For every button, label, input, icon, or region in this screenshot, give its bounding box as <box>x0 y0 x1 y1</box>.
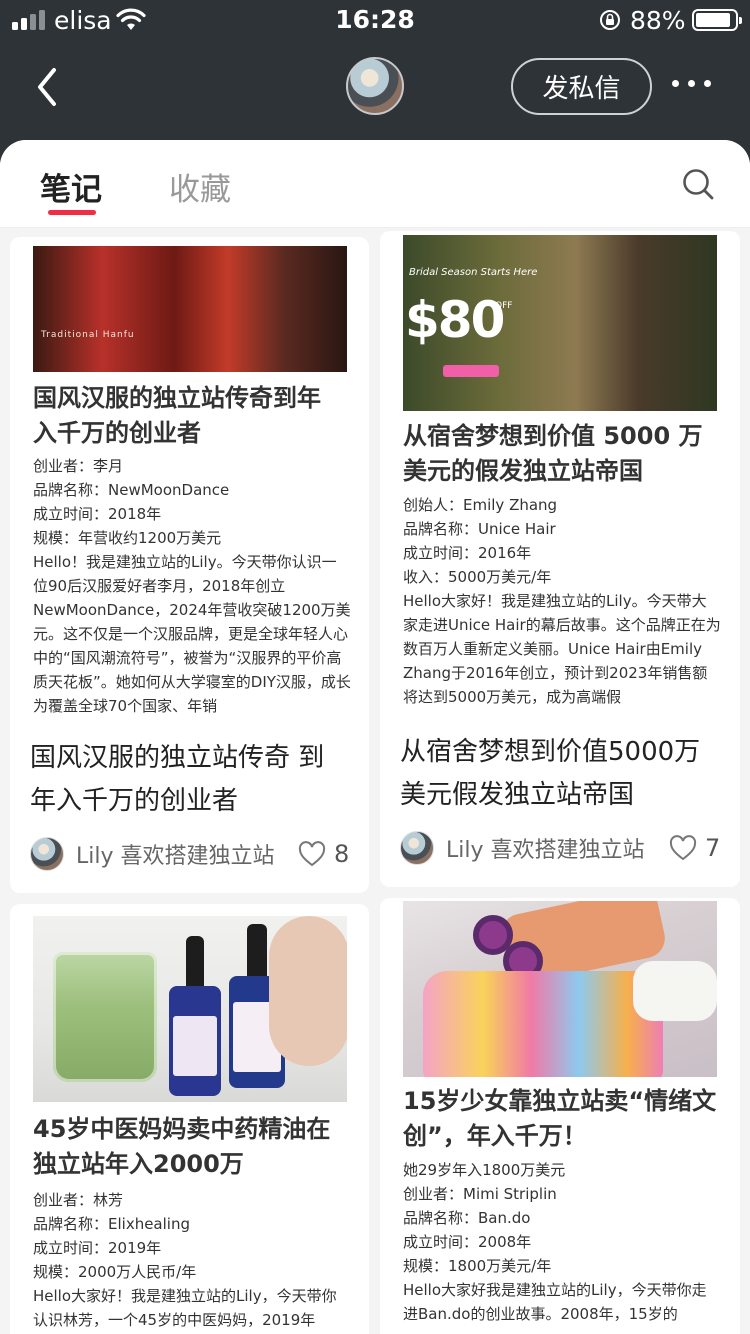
note-caption: 从宿舍梦想到价值5000万美元假发独立站帝国 <box>400 737 701 810</box>
like-button[interactable]: 8 <box>298 840 349 868</box>
author-avatar <box>400 831 434 865</box>
image-glass <box>53 952 157 1082</box>
note-body: 她29岁年入1800万美元 创业者：Mimi Striplin 品牌名称：Ban… <box>403 1161 707 1323</box>
tab-bar: 笔记 收藏 <box>0 140 750 228</box>
note-image <box>403 901 717 1077</box>
like-count: 8 <box>334 840 350 868</box>
tab-favorites[interactable]: 收藏 <box>169 164 231 209</box>
active-tab-indicator <box>48 210 96 215</box>
battery-percent: 88% <box>630 6 686 35</box>
author-name: Lily 喜欢搭建独立站 <box>76 844 275 869</box>
content-panel: 笔记 收藏 Traditional Hanfu 国风汉服的独立站传奇到年入千万的… <box>0 140 750 1334</box>
note-body: 创业者：林芳 品牌名称：Elixhealing 成立时间：2019年 规模：20… <box>33 1191 337 1329</box>
note-author[interactable]: Lily 喜欢搭建独立站 <box>30 837 275 871</box>
tab-notes[interactable]: 笔记 <box>40 164 102 209</box>
heart-icon <box>669 835 697 861</box>
like-button[interactable]: 7 <box>669 834 720 862</box>
image-tagline: Bridal Season Starts Here <box>409 267 538 278</box>
note-image <box>33 916 347 1102</box>
note-title: 从宿舍梦想到价值 5000 万美元的假发独立站帝国 <box>403 422 703 485</box>
image-off: OFF <box>495 301 513 311</box>
rotation-lock-icon <box>600 10 620 30</box>
note-body: 创始人：Emily Zhang 品牌名称：Unice Hair 成立时间：201… <box>403 496 721 706</box>
author-avatar <box>30 837 64 871</box>
battery-icon <box>692 9 742 31</box>
status-bar: elisa 16:28 88% <box>0 0 750 40</box>
note-author[interactable]: Lily 喜欢搭建独立站 <box>400 831 645 865</box>
profile-avatar[interactable] <box>346 57 404 115</box>
note-image: Bridal Season Starts Here $80 OFF <box>403 235 717 411</box>
like-count: 7 <box>705 834 721 862</box>
send-message-button[interactable]: 发私信 <box>511 58 652 115</box>
more-options-icon[interactable] <box>672 80 711 87</box>
author-name: Lily 喜欢搭建独立站 <box>446 838 645 863</box>
note-image: Traditional Hanfu <box>33 246 347 372</box>
image-shop-button <box>443 365 499 377</box>
back-arrow-icon[interactable] <box>30 64 66 110</box>
note-body: 创业者：李月 品牌名称：NewMoonDance 成立时间：2018年 规模：年… <box>33 457 351 715</box>
image-caption: Traditional Hanfu <box>41 330 135 340</box>
note-caption: 国风汉服的独立站传奇 到年入千万的创业者 <box>30 743 325 816</box>
search-icon[interactable] <box>681 167 715 201</box>
note-card[interactable]: Bridal Season Starts Here $80 OFF 从宿舍梦想到… <box>380 231 740 887</box>
image-price: $80 <box>405 291 505 349</box>
note-card[interactable]: 15岁少女靠独立站卖“情绪文创”，年入千万！ 她29岁年入1800万美元 创业者… <box>380 898 740 1334</box>
note-card[interactable]: Traditional Hanfu 国风汉服的独立站传奇到年入千万的创业者 创业… <box>10 237 369 893</box>
note-title: 45岁中医妈妈卖中药精油在独立站年入2000万 <box>33 1115 331 1178</box>
heart-icon <box>298 841 326 867</box>
note-title: 国风汉服的独立站传奇到年入千万的创业者 <box>33 384 321 447</box>
note-title: 15岁少女靠独立站卖“情绪文创”，年入千万！ <box>403 1087 717 1150</box>
note-card[interactable]: 45岁中医妈妈卖中药精油在独立站年入2000万 创业者：林芳 品牌名称：Elix… <box>10 904 369 1334</box>
